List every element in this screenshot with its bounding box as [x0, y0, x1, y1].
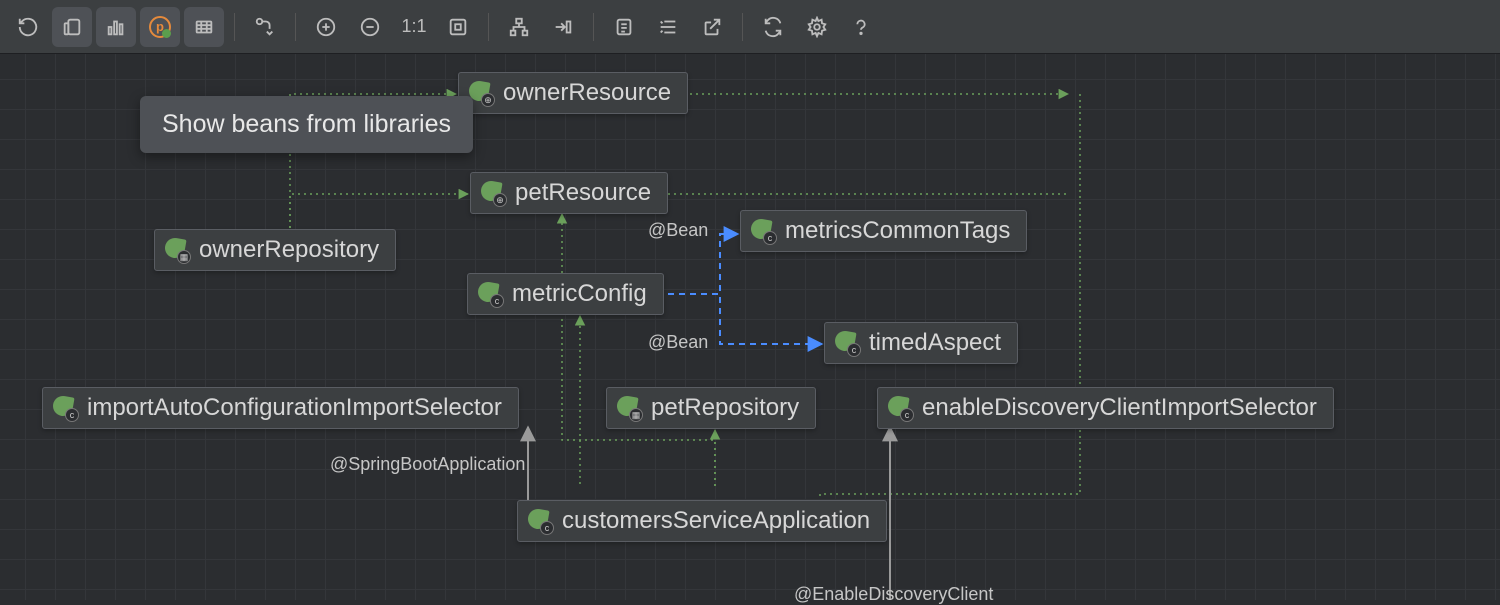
show-beans-from-libraries-button[interactable]: p: [140, 7, 180, 47]
bean-node-pet-repository[interactable]: ▦ petRepository: [606, 387, 816, 429]
toolbar-separator: [742, 13, 743, 41]
export-button[interactable]: [692, 7, 732, 47]
collapse-button[interactable]: [543, 7, 583, 47]
edge-label-bean: @Bean: [648, 332, 708, 353]
bean-class-icon: c: [751, 219, 775, 243]
node-label: petRepository: [651, 394, 799, 422]
node-label: metricsCommonTags: [785, 217, 1010, 245]
edge-label-enable-discovery-client: @EnableDiscoveryClient: [794, 584, 993, 605]
bean-class-icon: c: [888, 396, 912, 420]
zoom-actual-button[interactable]: 1:1: [394, 7, 434, 47]
layout-button[interactable]: [499, 7, 539, 47]
refresh-button[interactable]: [8, 7, 48, 47]
route-button[interactable]: [245, 7, 285, 47]
structure-button[interactable]: [648, 7, 688, 47]
bean-node-owner-repository[interactable]: ▦ ownerRepository: [154, 229, 396, 271]
diagram-canvas[interactable]: ⊕ ownerResource ⊕ petResource ▦ ownerRep…: [0, 54, 1500, 600]
toggle-grid-button[interactable]: [184, 7, 224, 47]
bean-node-enable-discovery-client[interactable]: c enableDiscoveryClientImportSelector: [877, 387, 1334, 429]
library-beans-icon: p: [149, 16, 171, 38]
tooltip: Show beans from libraries: [140, 96, 473, 153]
bean-node-pet-resource[interactable]: ⊕ petResource: [470, 172, 668, 214]
bean-node-metrics-common-tags[interactable]: c metricsCommonTags: [740, 210, 1027, 252]
bean-repository-icon: ▦: [617, 396, 641, 420]
copy-button[interactable]: [52, 7, 92, 47]
help-button[interactable]: [841, 7, 881, 47]
bean-repository-icon: ▦: [165, 238, 189, 262]
zoom-in-button[interactable]: [306, 7, 346, 47]
list-button[interactable]: [604, 7, 644, 47]
node-label: enableDiscoveryClientImportSelector: [922, 394, 1317, 422]
toolbar-separator: [488, 13, 489, 41]
bean-node-customers-service-application[interactable]: c customersServiceApplication: [517, 500, 887, 542]
node-label: importAutoConfigurationImportSelector: [87, 394, 502, 422]
chart-button[interactable]: [96, 7, 136, 47]
settings-button[interactable]: [797, 7, 837, 47]
edge-label-spring-boot-application: @SpringBootApplication: [330, 454, 525, 475]
bean-class-icon: c: [53, 396, 77, 420]
node-label: ownerResource: [503, 79, 671, 107]
toolbar-separator: [234, 13, 235, 41]
zoom-out-button[interactable]: [350, 7, 390, 47]
node-label: timedAspect: [869, 329, 1001, 357]
bean-class-icon: c: [478, 282, 502, 306]
sync-button[interactable]: [753, 7, 793, 47]
node-label: customersServiceApplication: [562, 507, 870, 535]
zoom-actual-label: 1:1: [397, 16, 430, 37]
node-label: metricConfig: [512, 280, 647, 308]
edge-label-bean: @Bean: [648, 220, 708, 241]
tooltip-text: Show beans from libraries: [162, 110, 451, 138]
bean-web-icon: ⊕: [481, 181, 505, 205]
bean-node-timed-aspect[interactable]: c timedAspect: [824, 322, 1018, 364]
node-label: ownerRepository: [199, 236, 379, 264]
bean-node-metric-config[interactable]: c metricConfig: [467, 273, 664, 315]
fit-content-button[interactable]: [438, 7, 478, 47]
toolbar-separator: [593, 13, 594, 41]
bean-class-icon: c: [528, 509, 552, 533]
bean-node-owner-resource[interactable]: ⊕ ownerResource: [458, 72, 688, 114]
toolbar-separator: [295, 13, 296, 41]
toolbar: p 1:1: [0, 0, 1500, 54]
bean-class-icon: c: [835, 331, 859, 355]
node-label: petResource: [515, 179, 651, 207]
bean-node-import-auto-config[interactable]: c importAutoConfigurationImportSelector: [42, 387, 519, 429]
